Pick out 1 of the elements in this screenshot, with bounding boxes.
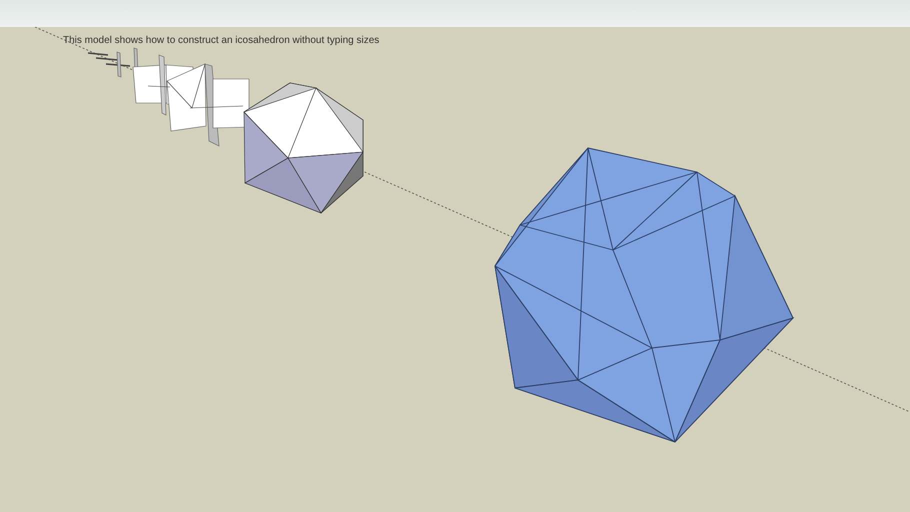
model-note: This model shows how to construct an icosahedron without typing sizes	[63, 35, 380, 46]
